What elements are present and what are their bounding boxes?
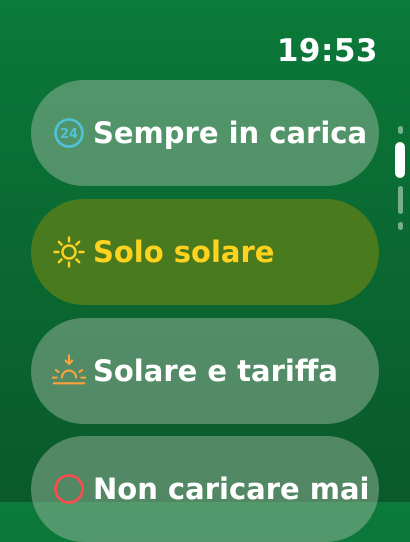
option-label: Solo solare <box>93 235 275 269</box>
status-time: 19:53 <box>276 33 378 69</box>
sun-icon <box>51 234 87 270</box>
option-never-charge[interactable]: Non caricare mai <box>31 436 379 542</box>
scroll-track <box>398 186 403 214</box>
sunset-icon <box>51 353 87 389</box>
clock-24h-icon: 24 <box>51 115 87 151</box>
scroll-indicator[interactable] <box>393 126 407 236</box>
option-label: Sempre in carica <box>93 116 368 150</box>
scroll-dot <box>398 222 403 230</box>
scroll-thumb[interactable] <box>395 142 405 178</box>
scroll-dot <box>398 126 403 134</box>
option-solar-only[interactable]: Solo solare <box>31 199 379 305</box>
option-label: Solare e tariffa <box>93 354 338 388</box>
option-solar-and-tariff[interactable]: Solare e tariffa <box>31 318 379 424</box>
option-always-charging[interactable]: 24 Sempre in carica <box>31 80 379 186</box>
option-label: Non caricare mai <box>93 472 370 506</box>
clock-24h-icon-text: 24 <box>60 127 78 142</box>
